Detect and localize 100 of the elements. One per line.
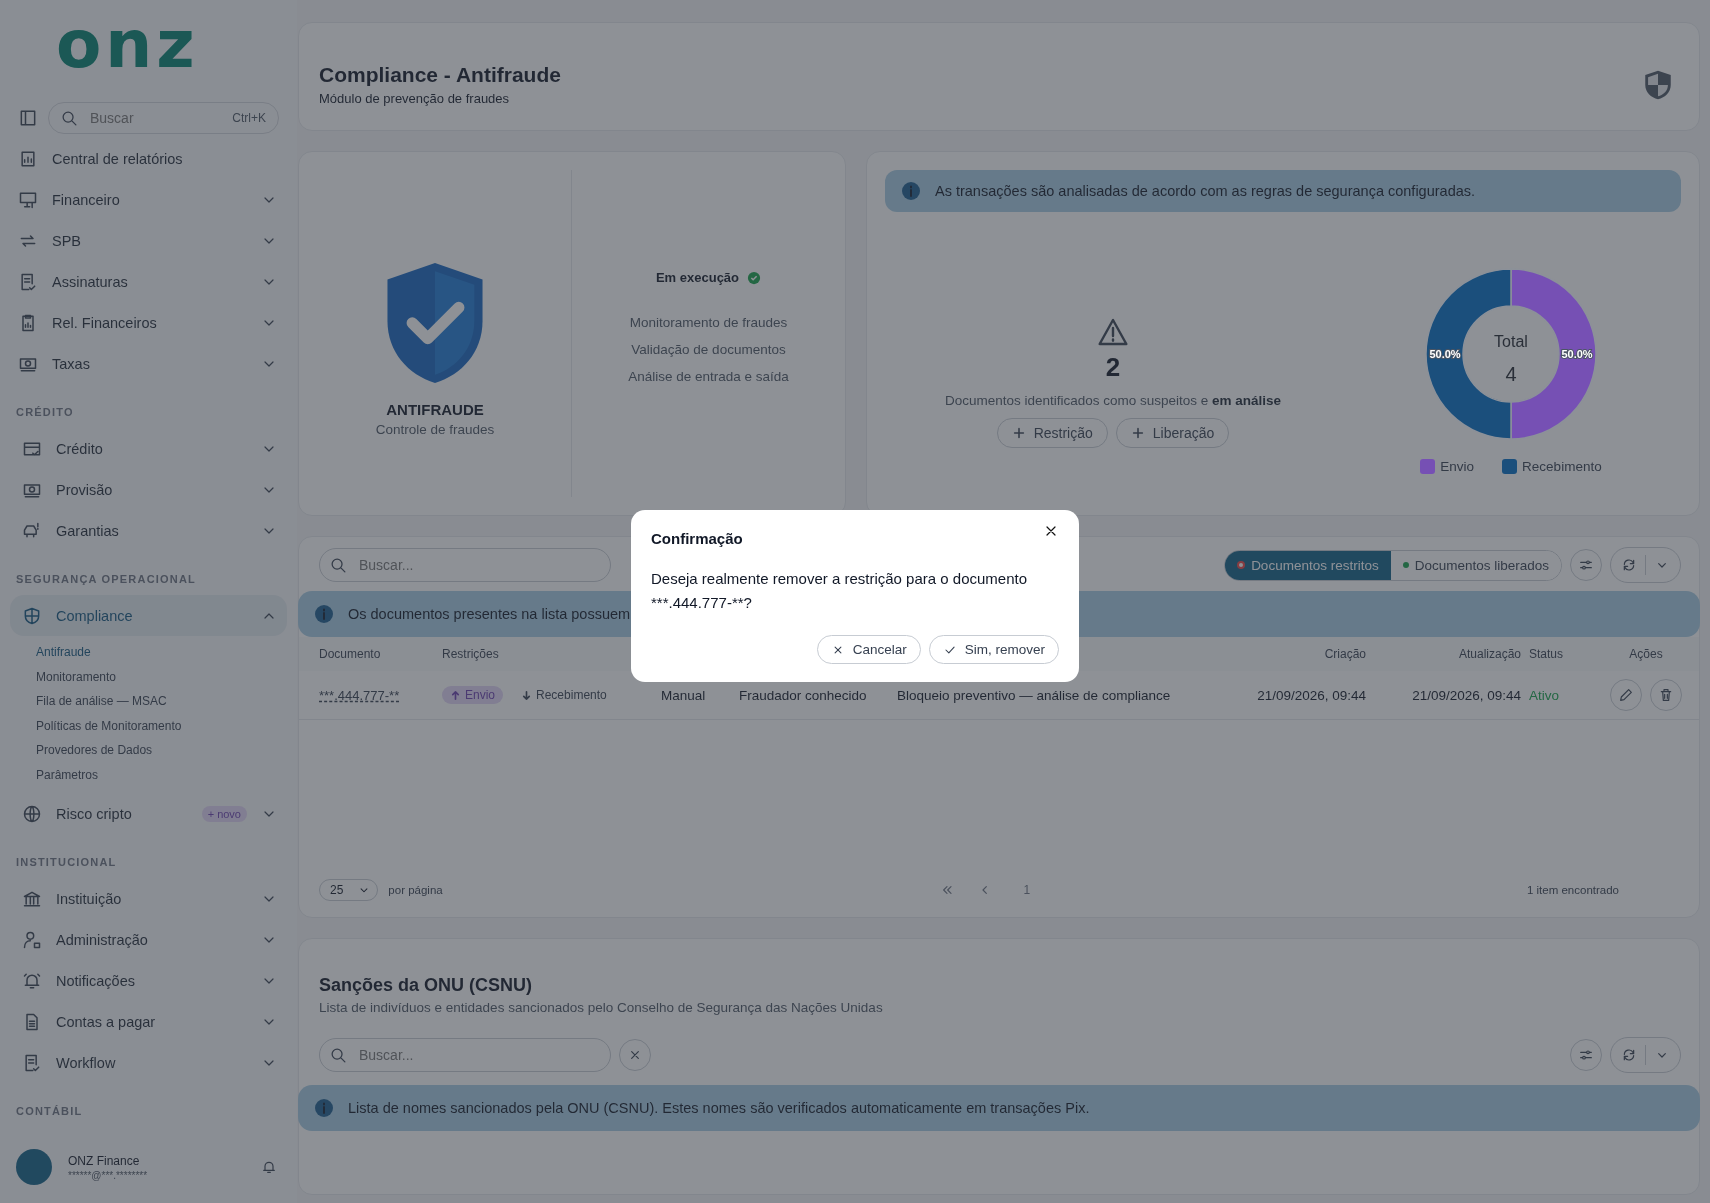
delete-button[interactable]: [1650, 679, 1682, 711]
refresh-icon: [1621, 557, 1637, 573]
avatar[interactable]: [16, 1149, 52, 1185]
nav-icon: [22, 520, 42, 541]
nav-subitem[interactable]: Fila de análise — MSAC: [36, 689, 287, 714]
feature-text: Monitoramento de fraudes: [629, 315, 788, 330]
column-header: Status: [1528, 647, 1565, 661]
nav-icon: [18, 271, 38, 292]
info-text: Os documentos presentes na lista possuem: [348, 606, 631, 622]
search-input[interactable]: Buscar...: [357, 556, 600, 574]
document-link[interactable]: ***.444.777-**: [319, 687, 442, 703]
table-cell-text: Fraudador conhecido: [739, 687, 868, 703]
slice-label: 50.0%: [1429, 348, 1461, 360]
nav-subitem[interactable]: Parâmetros: [36, 762, 287, 787]
nav-item[interactable]: Garantias: [10, 510, 287, 551]
nav-item[interactable]: Contas a pagar: [10, 1001, 287, 1042]
nav-item[interactable]: Instituição: [10, 878, 287, 919]
nav-icon: [22, 929, 42, 950]
filter-button[interactable]: [1570, 549, 1602, 581]
table-cell-text: Bloqueio preventivo — análise de compliance: [897, 687, 1172, 703]
nav-item[interactable]: Central de relatórios: [10, 138, 287, 179]
nav-item[interactable]: Notificações: [10, 960, 287, 1001]
total-label: Total: [1494, 333, 1528, 350]
nav-item[interactable]: Compliance: [10, 595, 287, 636]
table-cell-text: Manual: [661, 687, 707, 703]
column-header: Atualização: [1457, 647, 1521, 661]
nav-icon: [22, 1052, 42, 1073]
legend-label: Recebimento: [1522, 459, 1602, 474]
clear-button[interactable]: [619, 1039, 651, 1071]
arrow-up-icon: [450, 689, 461, 701]
slice-label: 50.0%: [1561, 348, 1593, 360]
column-header: Documento: [319, 647, 382, 661]
nav-item[interactable]: Workflow: [10, 1042, 287, 1083]
trash-icon: [1658, 687, 1674, 703]
nav-item[interactable]: Financeiro: [10, 179, 287, 220]
refresh-icon: [1621, 1047, 1637, 1063]
suspect-description: Documentos identificados como suspeitos e em análise: [944, 392, 1282, 408]
filter-button[interactable]: [1570, 1039, 1602, 1071]
nav-subitem[interactable]: Provedores de Dados: [36, 738, 287, 763]
info-text: As transações são analisadas de acordo com as regras de segurança configuradas.: [935, 183, 1476, 199]
plus-icon: [1011, 425, 1026, 440]
search-icon: [330, 1046, 347, 1064]
legend-label: Envio: [1440, 459, 1475, 474]
status-text: Em execução: [655, 270, 740, 285]
info-icon: [314, 1098, 334, 1118]
page-title: Compliance - Antifraude: [319, 63, 561, 87]
table-cell-text: 21/09/2026, 09:44: [1411, 687, 1521, 703]
plus-icon: [1130, 425, 1145, 440]
feature-text: Validação de documentos: [631, 342, 786, 357]
nav-item[interactable]: Rel. Financeiros: [10, 302, 287, 343]
suspect-count: 2: [1105, 351, 1121, 383]
dialog-message: Deseja realmente remover a restrição para o documento ***.444.777-**?: [651, 569, 1029, 613]
nav-item[interactable]: Administração: [10, 919, 287, 960]
column-header: Restrições: [442, 647, 500, 661]
section-heading: CRÉDITO: [15, 405, 75, 420]
nav-item[interactable]: Risco cripto + novo: [10, 793, 287, 834]
nav-item[interactable]: Crédito: [10, 428, 287, 469]
page-number[interactable]: 1: [1023, 883, 1031, 897]
nav-subitem[interactable]: Antifraude: [36, 640, 287, 665]
bell-icon[interactable]: [261, 1159, 277, 1175]
info-icon: [314, 604, 334, 624]
section-title: Sanções da ONU (CSNU): [318, 975, 534, 996]
nav-subitem[interactable]: Políticas de Monitoramento: [36, 713, 287, 738]
section-heading: INSTITUCIONAL: [15, 855, 118, 870]
nav-subitem[interactable]: Monitoramento: [36, 664, 287, 689]
total-value: 4: [1505, 363, 1517, 385]
nav-item[interactable]: SPB: [10, 220, 287, 261]
status-text: Ativo: [1528, 687, 1560, 703]
table-cell-text: 21/09/2026, 09:44: [1256, 687, 1366, 703]
add-button[interactable]: Liberação: [1115, 417, 1230, 448]
search-input[interactable]: Buscar: [88, 109, 223, 127]
confirm-button[interactable]: Sim, remover: [928, 635, 1059, 664]
section-subtitle: Lista de indivíduos e entidades sancionados pelo Conselho de Segurança das Nações Unidas: [318, 1000, 884, 1015]
logo: onz: [55, 5, 200, 78]
nav-item[interactable]: Taxas: [10, 343, 287, 384]
search-input[interactable]: Buscar...: [357, 1046, 600, 1064]
page-subtitle: Módulo de prevenção de fraudes: [319, 91, 511, 106]
user-name: ONZ Finance: [68, 1153, 141, 1168]
restriction-tag: Envio: [442, 686, 504, 704]
add-button[interactable]: Restrição: [996, 417, 1108, 448]
shortcut-hint: Ctrl+K: [232, 111, 266, 125]
info-text: Lista de nomes sancionados pela ONU (CSNU). Estes nomes são verificados automaticamente em transações Pix.: [348, 1100, 1090, 1116]
restriction-tag: Recebimento: [513, 686, 615, 704]
nav-item[interactable]: Assinaturas: [10, 261, 287, 302]
search-icon: [330, 556, 347, 574]
column-header: Ações: [1628, 647, 1664, 661]
sidebar-toggle-icon[interactable]: [18, 108, 38, 128]
user-email: ******@***.********: [68, 1169, 149, 1181]
cancel-button[interactable]: Cancelar: [816, 635, 921, 664]
nav-icon: [22, 605, 42, 626]
nav-item[interactable]: Provisão: [10, 469, 287, 510]
feature-text: Análise de entrada e saída: [628, 369, 789, 384]
section-heading: SEGURANÇA OPERACIONAL: [15, 572, 198, 587]
arrow-down-icon: [521, 689, 533, 701]
per-page-label: por página: [388, 884, 443, 896]
edit-button[interactable]: [1610, 679, 1642, 711]
dialog-title: Confirmação: [651, 530, 743, 547]
filter-tab[interactable]: Documentos restritos: [1225, 550, 1391, 580]
new-badge: + novo: [201, 805, 247, 822]
module-name: ANTIFRAUDE: [386, 400, 484, 418]
